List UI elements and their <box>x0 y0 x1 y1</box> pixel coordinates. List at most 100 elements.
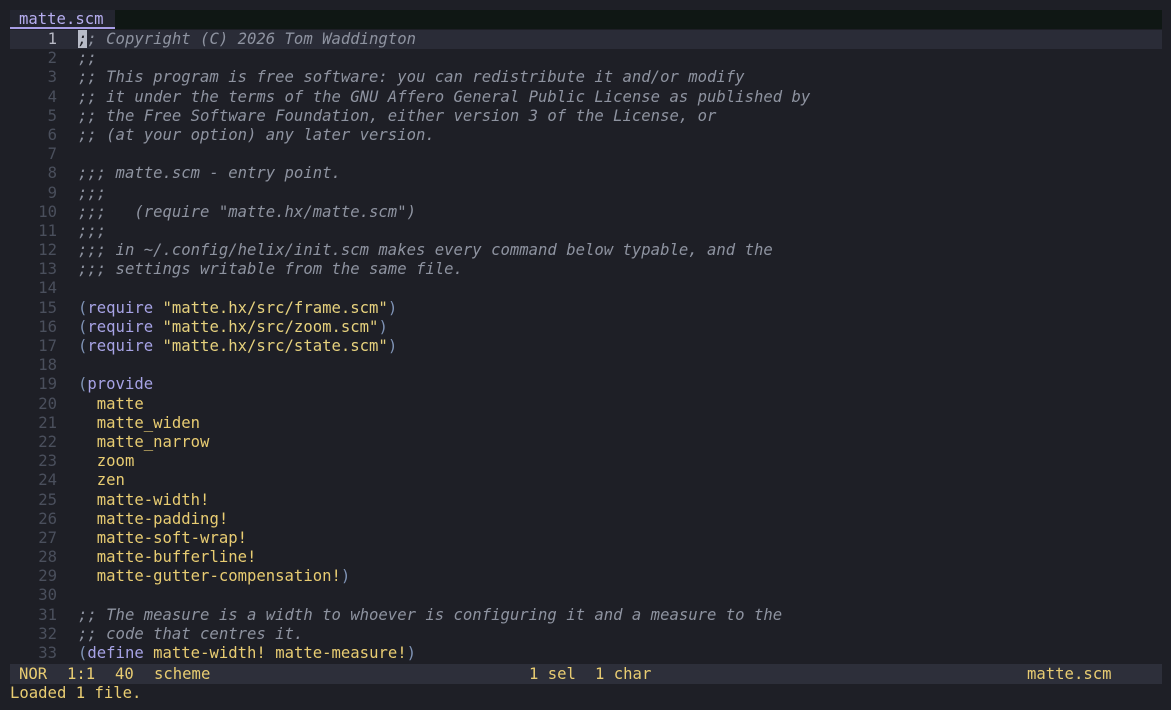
line-content: ;; code that centres it. <box>78 625 303 644</box>
text-cursor: ; <box>78 30 88 48</box>
code-line[interactable]: 33 (define matte-width! matte-measure!) <box>10 644 1162 663</box>
code-line[interactable]: 21 matte_widen <box>10 414 1162 433</box>
line-number: 11 <box>38 221 57 240</box>
code-token: ) <box>387 337 398 355</box>
code-token: ;; The measure is a width to whoever is … <box>78 605 783 624</box>
editor-text-area[interactable]: 1;; Copyright (C) 2026 Tom Waddington 2;;… <box>10 30 1162 664</box>
selection-char-count: 1 char <box>595 665 652 683</box>
code-token: matte <box>96 394 144 413</box>
code-line[interactable]: 16 (require "matte.hx/src/zoom.scm") <box>10 318 1162 337</box>
mode-indicator: NOR <box>19 665 48 683</box>
code-line[interactable]: 10 ;;; (require "matte.hx/matte.scm") <box>10 203 1162 222</box>
code-line[interactable]: 20 matte <box>10 395 1162 414</box>
line-content: ;;; <box>78 222 106 241</box>
code-line[interactable]: 5 ;; the Free Software Foundation, either… <box>10 107 1162 126</box>
code-line[interactable]: 22 matte_narrow <box>10 433 1162 452</box>
code-line[interactable]: 31 ;; The measure is a width to whoever i… <box>10 606 1162 625</box>
line-number: 7 <box>47 145 57 164</box>
helix-editor-window: matte.scm 1;; Copyright (C) 2026 Tom Wad… <box>0 0 1171 710</box>
line-number: 31 <box>38 605 57 624</box>
line-number: 15 <box>38 298 57 317</box>
code-line[interactable]: 32 ;; code that centres it. <box>10 625 1162 644</box>
code-token: ;; This program is free software: you ca… <box>78 68 745 87</box>
buffer-tab-matte-scm[interactable]: matte.scm <box>10 10 115 29</box>
code-line[interactable]: 7 <box>10 145 1162 164</box>
line-number: 13 <box>38 260 57 279</box>
code-line[interactable]: 4 ;; it under the terms of the GNU Affero… <box>10 88 1162 107</box>
line-content: ;;; matte.scm - entry point. <box>78 164 341 183</box>
line-content: zen <box>78 471 125 490</box>
code-token: ( <box>78 375 88 394</box>
line-content: matte-gutter-compensation!) <box>78 567 351 586</box>
buffer-tab-label: matte.scm <box>19 10 104 28</box>
code-token: matte_narrow <box>96 432 210 451</box>
code-token: ; Copyright (C) 2026 Tom Waddington <box>87 30 416 48</box>
code-line[interactable]: 11;;; <box>10 222 1162 241</box>
code-token: ;; the Free Software Foundation, either … <box>78 106 717 125</box>
code-line[interactable]: 27 matte-soft-wrap! <box>10 529 1162 548</box>
code-token: matte_widen <box>96 413 201 432</box>
line-number: 25 <box>38 490 57 509</box>
code-line[interactable]: 17 (require "matte.hx/src/state.scm") <box>10 337 1162 356</box>
code-token: ;;; (require "matte.hx/matte.scm") <box>78 202 416 221</box>
file-language: scheme <box>154 665 211 683</box>
code-line[interactable]: 25 matte-width! <box>10 491 1162 510</box>
code-line[interactable]: 3 ;; This program is free software: you c… <box>10 68 1162 87</box>
code-token: require <box>87 337 154 355</box>
code-token: ) <box>406 644 417 662</box>
line-content: matte-bufferline! <box>78 548 257 567</box>
status-file-name: matte.scm <box>1027 665 1112 683</box>
code-line[interactable]: 8 ;;; matte.scm - entry point. <box>10 164 1162 183</box>
line-content: (define matte-width! matte-measure!) <box>78 644 416 663</box>
line-number: 8 <box>47 164 57 183</box>
code-line[interactable]: 18 <box>10 356 1162 375</box>
code-token: ) <box>340 567 351 586</box>
code-token: matte-bufferline! <box>96 548 257 567</box>
line-number: 18 <box>38 356 57 375</box>
code-token: matte-soft-wrap! <box>96 528 247 547</box>
code-token: ( <box>78 644 88 662</box>
code-line[interactable]: 14 <box>10 279 1162 298</box>
code-token: ) <box>387 298 398 317</box>
line-content: (require "matte.hx/src/frame.scm") <box>78 299 397 318</box>
line-content: ;; it under the terms of the GNU Affero … <box>78 88 810 107</box>
code-token: require <box>87 317 154 336</box>
code-line[interactable]: 23 zoom <box>10 452 1162 471</box>
selection-count: 1 sel <box>529 665 576 683</box>
code-token: matte-gutter-compensation! <box>96 567 341 586</box>
code-token: ;;; <box>78 221 107 240</box>
code-line[interactable]: 1;; Copyright (C) 2026 Tom Waddington <box>10 30 1162 50</box>
code-token: ;; it under the terms of the GNU Affero … <box>78 87 811 106</box>
code-line[interactable]: 19 (provide <box>10 375 1162 394</box>
code-line[interactable]: 2;; <box>10 49 1162 68</box>
code-line[interactable]: 29 matte-gutter-compensation!) <box>10 567 1162 586</box>
code-token: matte-padding! <box>96 509 229 528</box>
code-line[interactable]: 26 matte-padding! <box>10 510 1162 529</box>
code-line[interactable]: 15 (require "matte.hx/src/frame.scm") <box>10 299 1162 318</box>
line-content: zoom <box>78 452 135 471</box>
line-number: 30 <box>38 586 57 605</box>
line-number: 1 <box>47 30 57 48</box>
bufferline: matte.scm <box>10 10 1162 29</box>
code-token: ( <box>78 298 88 317</box>
code-line[interactable]: 13 ;;; settings writable from the same fi… <box>10 260 1162 279</box>
code-line[interactable]: 12 ;;; in ~/.config/helix/init.scm makes … <box>10 241 1162 260</box>
code-line[interactable]: 24 zen <box>10 471 1162 490</box>
code-line[interactable]: 30 <box>10 586 1162 605</box>
cursor-position: 1:1 <box>67 665 96 683</box>
line-content: (provide <box>78 375 153 394</box>
code-line[interactable]: 6 ;; (at your option) any later version. <box>10 126 1162 145</box>
code-line[interactable]: 9;;; <box>10 184 1162 203</box>
code-line[interactable]: 28 matte-bufferline! <box>10 548 1162 567</box>
line-number: 14 <box>38 279 57 298</box>
code-token: ( <box>78 337 88 355</box>
code-token: zoom <box>96 452 135 471</box>
line-number: 19 <box>38 375 57 394</box>
line-number: 9 <box>47 183 57 202</box>
